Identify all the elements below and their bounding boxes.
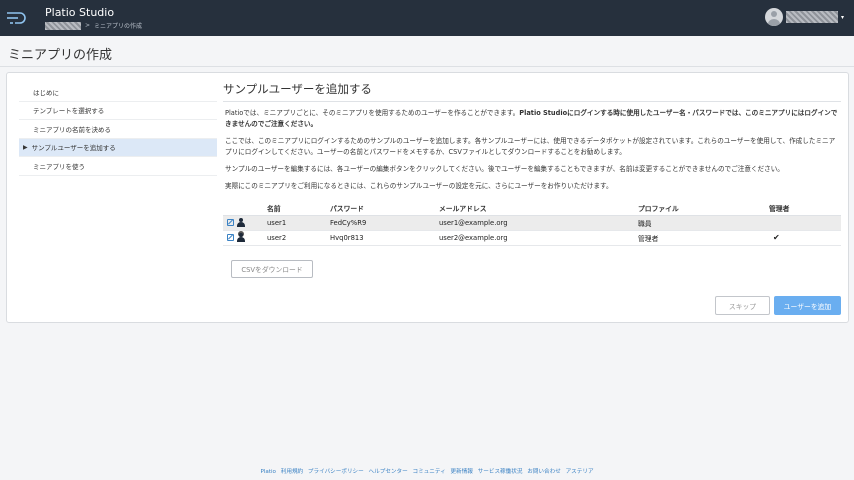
table-header-row: 名前 パスワード メールアドレス プロファイル 管理者: [223, 201, 841, 216]
cell-name: user1: [267, 215, 330, 231]
column-header-password: パスワード: [330, 201, 439, 216]
table-row: user1 FedCy%R9 user1@example.org 職員: [223, 215, 841, 231]
breadcrumb-user-blurred[interactable]: [45, 21, 81, 30]
add-user-button[interactable]: ユーザーを追加: [774, 296, 841, 315]
column-header-profile: プロファイル: [638, 201, 769, 216]
breadcrumb-separator: >: [85, 22, 91, 29]
app-title[interactable]: Platio Studio: [45, 6, 114, 19]
user-menu[interactable]: ▾: [764, 8, 844, 26]
footer-link-terms[interactable]: 利用規約: [281, 469, 303, 475]
cell-admin: [769, 215, 841, 231]
footer-link-updates[interactable]: 更新情報: [451, 469, 473, 475]
icon-column-header: [223, 201, 267, 216]
sidebar-item-intro[interactable]: はじめに: [19, 83, 217, 102]
row-icons: [223, 230, 267, 246]
cell-password: Hvq0r813: [330, 230, 439, 246]
cell-profile: 職員: [638, 215, 769, 231]
sidebar-item-sample-users[interactable]: ▶ サンプルユーザーを追加する: [19, 138, 217, 157]
sidebar-item-name[interactable]: ミニアプリの名前を決める: [19, 120, 217, 139]
footer-link-asteria[interactable]: アステリア: [566, 469, 594, 475]
avatar[interactable]: [764, 8, 783, 26]
table-row: user2 Hvq0r813 user2@example.org 管理者 ✔: [223, 230, 841, 246]
section-title: サンプルユーザーを追加する: [223, 81, 841, 102]
page-title: ミニアプリの作成: [8, 48, 113, 63]
edit-icon[interactable]: [227, 219, 234, 226]
platio-logo-icon[interactable]: [6, 10, 30, 26]
column-header-admin: 管理者: [769, 201, 841, 216]
note-paragraph: 実際にこのミニアプリをご利用になるときには、これらのサンプルユーザーの設定を元に…: [225, 182, 613, 190]
sidebar-item-template[interactable]: テンプレートを選択する: [19, 102, 217, 120]
top-bar: Platio Studio > ミニアプリの作成 ▾: [0, 0, 854, 36]
row-icons: [223, 215, 267, 231]
users-table: 名前 パスワード メールアドレス プロファイル 管理者 user1 FedCy%…: [223, 201, 841, 246]
sidebar-item-label: ミニアプリを使う: [33, 162, 85, 171]
csv-download-button[interactable]: CSVをダウンロード: [231, 259, 313, 278]
cell-admin-check: ✔: [769, 230, 841, 246]
wizard-card: はじめに テンプレートを選択する ミニアプリの名前を決める ▶ サンプルユーザーを…: [6, 72, 849, 323]
footer-link-status[interactable]: サービス稼働状況: [478, 469, 523, 475]
cell-name: user2: [267, 230, 330, 246]
footer-links: Platio 利用規約 プライバシーポリシー ヘルプセンター コミュニティ 更新…: [0, 467, 854, 475]
footer-link-contact[interactable]: お問い合わせ: [527, 469, 561, 475]
sidebar-item-label: テンプレートを選択する: [33, 107, 105, 116]
sidebar-item-use[interactable]: ミニアプリを使う: [19, 157, 217, 176]
breadcrumb: > ミニアプリの作成: [45, 21, 142, 30]
user-icon: [237, 218, 245, 227]
cell-email: user2@example.org: [439, 230, 638, 246]
step-sidebar: はじめに テンプレートを選択する ミニアプリの名前を決める ▶ サンプルユーザーを…: [19, 83, 217, 176]
sidebar-item-label: サンプルユーザーを追加する: [31, 144, 116, 153]
main-content: サンプルユーザーを追加する Platioでは、ミニアプリごとに、そのミニアプリを…: [223, 81, 841, 278]
cell-password: FedCy%R9: [330, 215, 439, 231]
breadcrumb-current: ミニアプリの作成: [94, 23, 143, 30]
footer-link-community[interactable]: コミュニティ: [412, 469, 445, 475]
intro-text: Platioでは、ミニアプリごとに、そのミニアプリを使用するためのユーザーを作る…: [225, 109, 520, 117]
explanation-paragraph: ここでは、このミニアプリにログインするためのサンプルのユーザーを追加します。各サ…: [225, 137, 836, 156]
column-header-email: メールアドレス: [439, 201, 638, 216]
footer-link-platio[interactable]: Platio: [260, 469, 276, 475]
triangle-right-icon: ▶: [23, 143, 28, 151]
footer-link-privacy[interactable]: プライバシーポリシー: [308, 469, 364, 475]
column-header-name: 名前: [267, 201, 330, 216]
sidebar-item-label: ミニアプリの名前を決める: [33, 125, 111, 134]
chevron-down-icon[interactable]: ▾: [841, 14, 844, 21]
sidebar-item-label: はじめに: [33, 88, 59, 97]
footer-link-help[interactable]: ヘルプセンター: [369, 469, 408, 475]
cell-profile: 管理者: [638, 230, 769, 246]
skip-button[interactable]: スキップ: [715, 296, 770, 315]
divider: [0, 66, 854, 67]
edit-icon[interactable]: [227, 234, 234, 241]
user-name-blurred[interactable]: [785, 11, 838, 23]
cell-email: user1@example.org: [439, 215, 638, 231]
admin-user-icon: [237, 233, 245, 242]
intro-paragraph: Platioでは、ミニアプリごとに、そのミニアプリを使用するためのユーザーを作る…: [223, 108, 841, 130]
edit-paragraph: サンプルのユーザーを編集するには、各ユーザーの編集ボタンをクリックしてください。…: [225, 165, 784, 173]
